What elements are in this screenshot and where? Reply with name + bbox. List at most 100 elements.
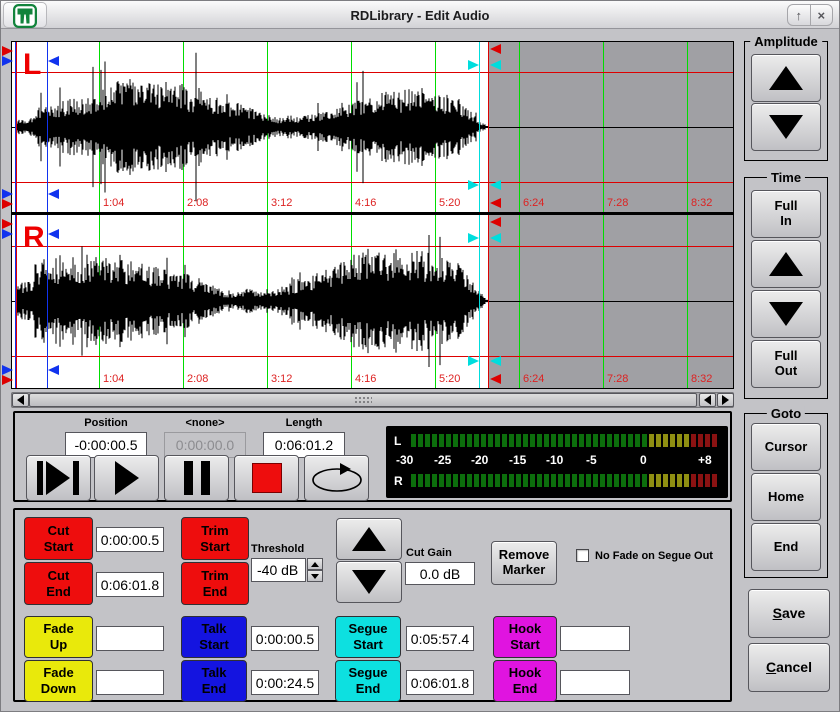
amplitude-down-button[interactable] xyxy=(751,103,821,151)
meter-scale-label: -5 xyxy=(586,453,597,467)
cut-start-field[interactable]: 0:00:00.5 xyxy=(96,527,164,552)
threshold-value[interactable]: -40 dB xyxy=(251,558,306,582)
goto-cursor-button[interactable]: Cursor xyxy=(751,423,821,471)
up-arrow-icon xyxy=(769,252,803,276)
segue-start-field[interactable]: 0:05:57.4 xyxy=(406,626,474,651)
waveform-scrollbar[interactable] xyxy=(11,392,734,408)
hook-start-field[interactable] xyxy=(560,626,630,651)
meter-segment xyxy=(411,434,416,447)
meter-segment xyxy=(607,434,612,447)
segue-end-button[interactable]: SegueEnd xyxy=(335,660,401,702)
fade-up-button[interactable]: FadeUp xyxy=(24,616,93,658)
meter-scale-label: +8 xyxy=(698,453,712,467)
svg-text:7:28: 7:28 xyxy=(607,373,628,385)
hook-end-field[interactable] xyxy=(560,670,630,695)
svg-text:4:16: 4:16 xyxy=(355,197,376,209)
threshold-up-button[interactable] xyxy=(307,558,323,570)
scroll-left-button[interactable] xyxy=(12,393,29,407)
svg-text:6:24: 6:24 xyxy=(523,197,544,209)
play-button[interactable] xyxy=(94,455,159,501)
close-window-button[interactable]: × xyxy=(810,5,833,25)
meter-left-label: L xyxy=(394,434,408,448)
pause-button[interactable] xyxy=(164,455,229,501)
svg-text:5:20: 5:20 xyxy=(439,373,460,385)
svg-text:1:04: 1:04 xyxy=(103,197,124,209)
shade-window-button[interactable]: ↑ xyxy=(788,5,810,25)
meter-segment xyxy=(628,474,633,487)
gain-up-button[interactable] xyxy=(336,518,402,560)
meter-segment xyxy=(684,434,689,447)
goto-end-button[interactable]: End xyxy=(751,523,821,571)
meter-segment xyxy=(607,474,612,487)
meter-segment xyxy=(705,434,710,447)
hook-start-button[interactable]: HookStart xyxy=(493,616,557,658)
meter-segment xyxy=(663,474,668,487)
trim-end-button[interactable]: TrimEnd xyxy=(181,562,249,605)
gain-down-button[interactable] xyxy=(336,561,402,603)
meter-segment xyxy=(474,474,479,487)
trim-start-button[interactable]: TrimStart xyxy=(181,517,249,560)
meter-segment xyxy=(509,474,514,487)
threshold-down-button[interactable] xyxy=(307,570,323,582)
segue-start-button[interactable]: SegueStart xyxy=(335,616,401,658)
time-zoom-in-button[interactable] xyxy=(751,240,821,288)
time-full-out-button[interactable]: FullOut xyxy=(751,340,821,388)
meter-segment xyxy=(418,434,423,447)
meter-segment xyxy=(572,474,577,487)
meter-segment xyxy=(579,474,584,487)
meter-scale-label: -20 xyxy=(471,453,488,467)
up-arrow-icon xyxy=(769,66,803,90)
time-full-in-button[interactable]: FullIn xyxy=(751,190,821,238)
meter-segment xyxy=(691,474,696,487)
amplitude-up-button[interactable] xyxy=(751,54,821,102)
meter-segment xyxy=(621,474,626,487)
meter-segment xyxy=(495,474,500,487)
hook-end-button[interactable]: HookEnd xyxy=(493,660,557,702)
fade-down-button[interactable]: FadeDown xyxy=(24,660,93,702)
stop-button[interactable] xyxy=(234,455,299,501)
threshold-spinbox[interactable]: -40 dB xyxy=(251,558,323,582)
meter-segment xyxy=(544,474,549,487)
talk-end-field[interactable]: 0:00:24.5 xyxy=(251,670,319,695)
titlebar[interactable]: RDLibrary - Edit Audio ↑ × xyxy=(1,1,839,29)
play-from-start-button[interactable] xyxy=(26,455,91,501)
meter-segment xyxy=(593,434,598,447)
meter-segment xyxy=(516,474,521,487)
meter-segment xyxy=(712,434,717,447)
fade-up-field[interactable] xyxy=(96,626,164,651)
scroll-right-button[interactable] xyxy=(717,393,734,407)
loop-button[interactable] xyxy=(304,455,369,501)
marker-panel: CutStart 0:00:00.5 CutEnd 0:06:01.8 Trim… xyxy=(13,508,732,702)
transport-panel: Position -0:00:00.5 <none> 0:00:00.0 Len… xyxy=(13,411,732,502)
time-zoom-out-button[interactable] xyxy=(751,290,821,338)
meter-segment xyxy=(481,434,486,447)
meter-segment xyxy=(439,474,444,487)
meter-segment xyxy=(467,474,472,487)
fade-down-field[interactable] xyxy=(96,670,164,695)
talk-start-button[interactable]: TalkStart xyxy=(181,616,247,658)
cut-end-field[interactable]: 0:06:01.8 xyxy=(96,572,164,597)
cut-start-button[interactable]: CutStart xyxy=(24,517,93,560)
scroll-left-button-2[interactable] xyxy=(699,393,716,407)
down-arrow-icon xyxy=(769,115,803,139)
segue-end-field[interactable]: 0:06:01.8 xyxy=(406,670,474,695)
save-button[interactable]: Save xyxy=(748,589,830,638)
play-icon xyxy=(115,461,139,495)
meter-right-row xyxy=(411,474,719,487)
meter-segment xyxy=(635,474,640,487)
talk-start-field[interactable]: 0:00:00.5 xyxy=(251,626,319,651)
cut-gain-field[interactable]: 0.0 dB xyxy=(405,562,475,585)
meter-segment xyxy=(481,474,486,487)
cancel-button[interactable]: Cancel xyxy=(748,643,830,692)
talk-end-button[interactable]: TalkEnd xyxy=(181,660,247,702)
meter-segment xyxy=(453,434,458,447)
no-fade-checkbox[interactable] xyxy=(576,549,589,562)
scrollbar-thumb[interactable] xyxy=(29,393,697,407)
goto-home-button[interactable]: Home xyxy=(751,473,821,521)
cut-end-button[interactable]: CutEnd xyxy=(24,562,93,605)
remove-marker-button[interactable]: RemoveMarker xyxy=(491,541,557,585)
meter-segment xyxy=(670,474,675,487)
meter-segment xyxy=(705,474,710,487)
svg-text:6:24: 6:24 xyxy=(523,373,544,385)
waveform-display[interactable]: 1:042:083:124:165:206:247:288:32L1:042:0… xyxy=(1,41,734,389)
